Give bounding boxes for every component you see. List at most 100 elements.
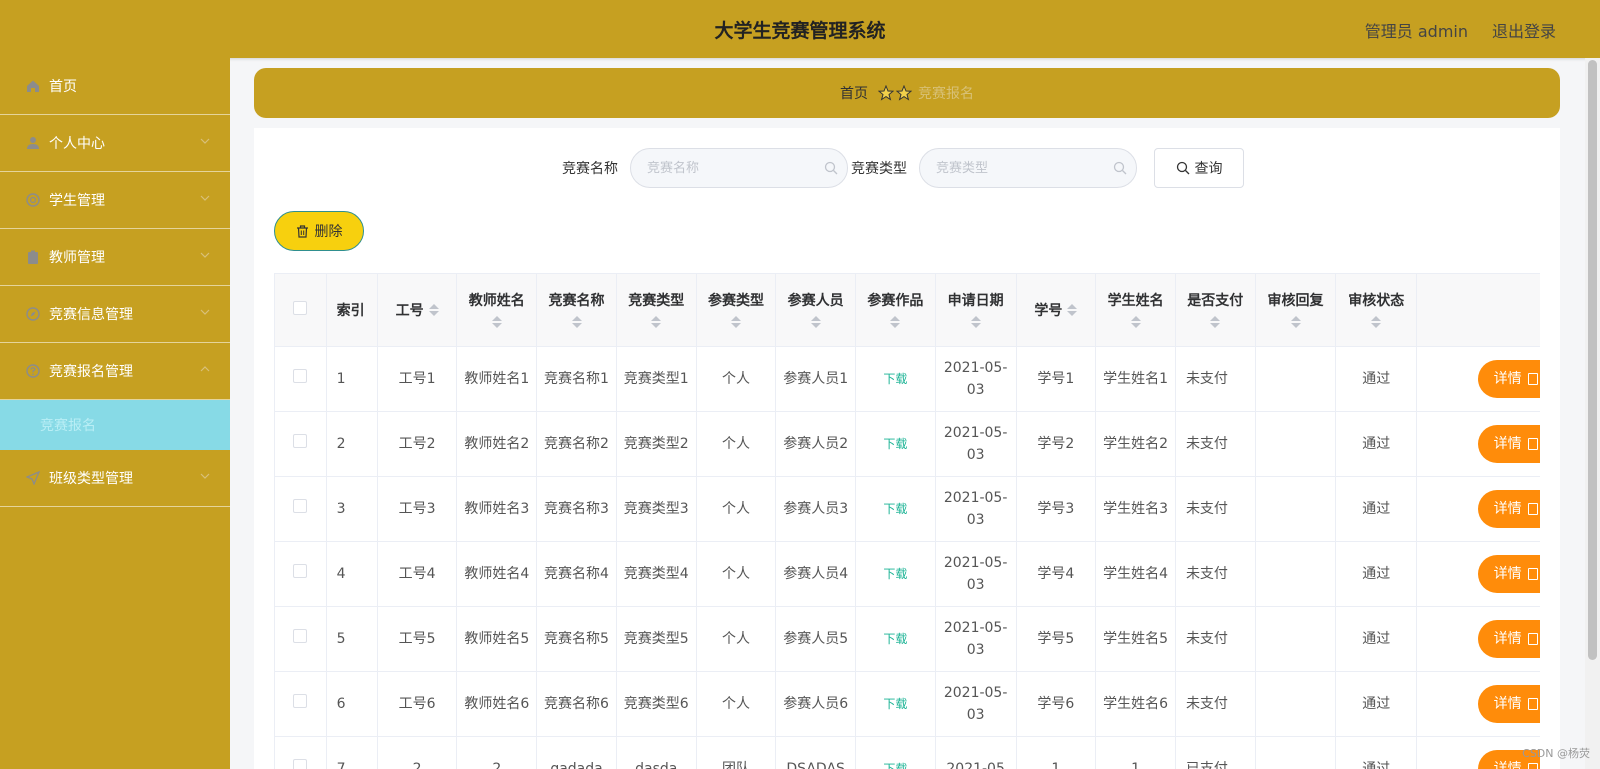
table-cell: 1 bbox=[1095, 736, 1176, 769]
table-cell: 2021-05-03 bbox=[935, 476, 1017, 542]
sort-icon[interactable] bbox=[890, 315, 901, 330]
download-link[interactable]: 下载 bbox=[883, 567, 907, 581]
sidebar-item-home[interactable]: 首页 bbox=[0, 58, 230, 115]
sort-icon[interactable] bbox=[1210, 315, 1221, 330]
query-button[interactable]: 查询 bbox=[1154, 148, 1244, 188]
table-cell: 参赛人员5 bbox=[775, 606, 857, 672]
page-scrollbar[interactable] bbox=[1585, 58, 1600, 769]
sort-icon[interactable] bbox=[1067, 303, 1078, 318]
column-header[interactable]: 竞赛类型 bbox=[616, 274, 697, 347]
detail-button[interactable]: 详情 bbox=[1477, 684, 1540, 723]
sidebar-item-personal-center[interactable]: 个人中心 bbox=[0, 115, 230, 172]
download-link[interactable]: 下载 bbox=[883, 632, 907, 646]
chevron-down-icon bbox=[200, 471, 210, 481]
download-link[interactable]: 下载 bbox=[883, 697, 907, 711]
detail-button[interactable]: 详情 bbox=[1477, 489, 1540, 528]
row-checkbox[interactable] bbox=[293, 498, 308, 513]
breadcrumb-home[interactable]: 首页 bbox=[840, 83, 868, 103]
sidebar-item-class-type-management[interactable]: 班级类型管理 bbox=[0, 450, 230, 507]
sort-icon[interactable] bbox=[491, 315, 502, 330]
column-header[interactable]: 竞赛名称 bbox=[536, 274, 617, 347]
sort-icon[interactable] bbox=[970, 315, 981, 330]
sort-icon[interactable] bbox=[810, 315, 821, 330]
table-body: 1 工号1 教师姓名1 竞赛名称1 竞赛类型1 个人 参赛人员1 下载 2021-05-03 学号… bbox=[275, 346, 1540, 769]
table-cell: 竞赛名称1 bbox=[536, 346, 617, 412]
download-link[interactable]: 下载 bbox=[883, 437, 907, 451]
sort-icon[interactable] bbox=[1130, 315, 1141, 330]
trash-icon bbox=[296, 224, 308, 238]
sidebar-item-competition-info[interactable]: 竞赛信息管理 bbox=[0, 286, 230, 343]
table-cell: 1 bbox=[1016, 736, 1097, 769]
sort-icon[interactable] bbox=[428, 303, 439, 318]
logout-link[interactable]: 退出登录 bbox=[1492, 18, 1556, 42]
sort-icon[interactable] bbox=[571, 315, 582, 330]
row-checkbox[interactable] bbox=[293, 628, 308, 643]
table-cell: 教师姓名6 bbox=[456, 671, 538, 737]
document-icon bbox=[1527, 697, 1538, 710]
sort-icon[interactable] bbox=[1371, 315, 1382, 330]
column-header-label: 参赛人员 bbox=[787, 292, 844, 309]
detail-button[interactable]: 详情 bbox=[1477, 554, 1540, 593]
competition-type-input[interactable] bbox=[919, 148, 1137, 188]
table-cell: 工号2 bbox=[377, 411, 458, 477]
row-checkbox[interactable] bbox=[293, 563, 308, 578]
column-header[interactable]: 教师姓名 bbox=[456, 274, 538, 347]
table-cell: 2021-05-03 bbox=[935, 346, 1017, 412]
column-header[interactable]: 参赛类型 bbox=[696, 274, 777, 347]
column-header[interactable]: 审核回复 bbox=[1255, 274, 1337, 347]
table-row: 7 2 2 gadada dasda 团队 DSADAS 下载 2021-05 1 1 已支付 通过 详情 bbox=[275, 736, 1540, 769]
column-header-label: 申请日期 bbox=[947, 292, 1004, 309]
download-link[interactable]: 下载 bbox=[883, 502, 907, 516]
sort-icon[interactable] bbox=[651, 315, 662, 330]
row-select-cell bbox=[275, 541, 327, 607]
sidebar-item-student-management[interactable]: 学生管理 bbox=[0, 172, 230, 229]
table-cell: 竞赛类型3 bbox=[616, 476, 697, 542]
table-cell: 学号2 bbox=[1016, 411, 1097, 477]
table-cell: 教师姓名1 bbox=[456, 346, 538, 412]
row-checkbox[interactable] bbox=[293, 433, 308, 448]
sort-icon[interactable] bbox=[730, 315, 741, 330]
sort-icon[interactable] bbox=[1290, 315, 1301, 330]
document-icon bbox=[1527, 437, 1538, 450]
column-header[interactable]: 学号 bbox=[1016, 274, 1097, 347]
table-cell: 教师姓名5 bbox=[456, 606, 538, 672]
table-cell: 通过 bbox=[1335, 476, 1418, 542]
column-header[interactable]: 参赛作品 bbox=[855, 274, 936, 347]
table-cell: 教师姓名2 bbox=[456, 411, 538, 477]
detail-button[interactable]: 详情 bbox=[1477, 424, 1540, 463]
column-header[interactable]: 是否支付 bbox=[1175, 274, 1256, 347]
column-header[interactable]: 审核状态 bbox=[1335, 274, 1418, 347]
detail-button[interactable]: 详情 bbox=[1477, 359, 1540, 398]
table-cell: 个人 bbox=[696, 541, 777, 607]
download-link[interactable]: 下载 bbox=[883, 762, 907, 769]
sidebar-subitem-registration[interactable]: 竞赛报名 bbox=[0, 400, 230, 450]
column-header[interactable]: 申请日期 bbox=[935, 274, 1017, 347]
detail-button[interactable]: 详情 bbox=[1477, 619, 1540, 658]
scrollbar-thumb[interactable] bbox=[1588, 60, 1597, 660]
sidebar-item-registration-management[interactable]: 竞赛报名管理 bbox=[0, 343, 230, 400]
detail-button-label: 详情 bbox=[1493, 500, 1522, 517]
table-cell: 2021-05 bbox=[935, 736, 1017, 769]
column-header[interactable]: 参赛人员 bbox=[775, 274, 857, 347]
table-cell: 4 bbox=[326, 541, 378, 607]
select-all-checkbox[interactable] bbox=[293, 300, 308, 315]
row-checkbox[interactable] bbox=[293, 368, 308, 383]
row-checkbox[interactable] bbox=[293, 693, 308, 708]
competition-name-input[interactable] bbox=[630, 148, 848, 188]
column-header-label: 教师姓名 bbox=[468, 292, 525, 309]
table-cell: 个人 bbox=[696, 411, 777, 477]
download-link[interactable]: 下载 bbox=[883, 372, 907, 386]
column-header[interactable]: 工号 bbox=[377, 274, 458, 347]
table-cell: 未支付 bbox=[1175, 671, 1256, 737]
column-header[interactable]: 学生姓名 bbox=[1095, 274, 1176, 347]
table-cell: 已支付 bbox=[1175, 736, 1256, 769]
table-cell: 竞赛类型6 bbox=[616, 671, 697, 737]
table-header-row: 索引 工号 教师姓名 竞赛名称 竞赛类型 参赛类型 参赛人员 参赛作品 申请日期… bbox=[275, 274, 1540, 347]
delete-button[interactable]: 删除 bbox=[274, 211, 364, 251]
table-cell: 竞赛名称4 bbox=[536, 541, 617, 607]
table-row: 5 工号5 教师姓名5 竞赛名称5 竞赛类型5 个人 参赛人员5 下载 2021-05-03 学号… bbox=[275, 606, 1540, 672]
row-checkbox[interactable] bbox=[293, 758, 308, 769]
sidebar-item-teacher-management[interactable]: 教师管理 bbox=[0, 229, 230, 286]
column-header-label: 工号 bbox=[395, 302, 424, 319]
table-cell: DSADAS bbox=[775, 736, 857, 769]
